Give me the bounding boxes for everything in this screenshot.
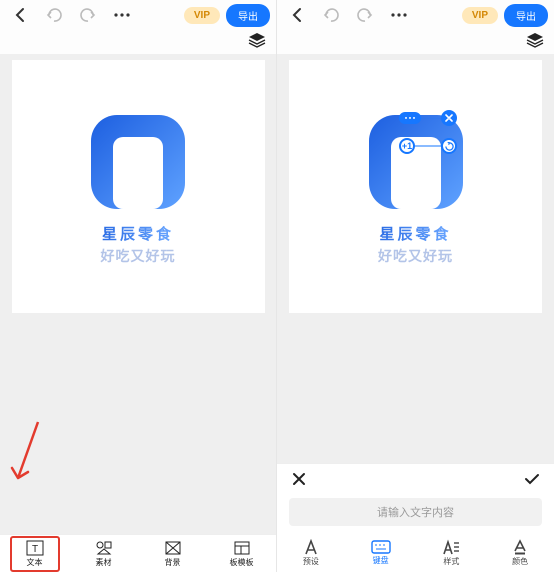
- nav-label: 板模板: [230, 557, 254, 568]
- nav-label: 颜色: [512, 556, 528, 567]
- close-icon: [292, 472, 306, 486]
- panel-confirm-button[interactable]: [522, 469, 542, 489]
- design-canvas[interactable]: 星辰零食 好吃又好玩 +1: [289, 60, 542, 313]
- layers-button[interactable]: [248, 32, 266, 53]
- undo-button[interactable]: [317, 1, 345, 29]
- redo-button[interactable]: [351, 1, 379, 29]
- annotation-arrow-icon: [8, 420, 48, 494]
- topbar: VIP 导出: [277, 0, 554, 30]
- ellipsis-icon: [390, 12, 408, 18]
- check-icon: [524, 473, 540, 485]
- text-input-placeholder: 请输入文字内容: [377, 504, 454, 520]
- undo-button[interactable]: [40, 1, 68, 29]
- rotate-icon: [445, 142, 454, 151]
- vip-badge[interactable]: VIP: [462, 7, 498, 24]
- design-canvas[interactable]: 星辰零食 好吃又好玩: [12, 60, 265, 313]
- redo-button[interactable]: [74, 1, 102, 29]
- topbar: VIP 导出: [0, 0, 276, 30]
- text-edit-panel: 请输入文字内容 预设 键盘 样式 颜色: [277, 463, 554, 572]
- svg-text:T: T: [31, 544, 37, 555]
- brand-text[interactable]: 星辰零食: [102, 223, 174, 244]
- layers-row: [0, 30, 276, 54]
- nav-label: 背景: [165, 557, 181, 568]
- nav-item-keyboard[interactable]: 键盘: [371, 540, 391, 566]
- background-icon: [164, 540, 182, 556]
- nav-item-text[interactable]: T 文本: [10, 536, 60, 572]
- ellipsis-icon: [113, 12, 131, 18]
- logo-icon[interactable]: [83, 107, 193, 217]
- slogan-text[interactable]: 好吃又好玩: [101, 246, 176, 266]
- layers-icon: [526, 32, 544, 48]
- screen-right: VIP 导出: [277, 0, 554, 572]
- chevron-left-icon: [14, 7, 26, 23]
- nav-label: 文本: [27, 557, 43, 568]
- brand-text[interactable]: 星辰零食: [379, 223, 451, 244]
- redo-icon: [356, 8, 374, 22]
- more-button[interactable]: [108, 1, 136, 29]
- nav-item-template[interactable]: 板模板: [217, 538, 267, 570]
- export-button[interactable]: 导出: [504, 4, 548, 27]
- back-button[interactable]: [283, 1, 311, 29]
- text-icon: T: [26, 540, 44, 556]
- nav-label: 键盘: [373, 555, 389, 566]
- close-icon: [445, 114, 453, 122]
- selection-handles: +1: [399, 116, 457, 150]
- text-input[interactable]: 请输入文字内容: [289, 498, 542, 526]
- color-icon: [513, 539, 527, 555]
- nav-label: 样式: [443, 556, 459, 567]
- rotate-handle[interactable]: [441, 138, 457, 154]
- shapes-icon: [95, 540, 113, 556]
- text-style-icon: [442, 539, 460, 555]
- delete-handle[interactable]: [441, 110, 457, 126]
- nav-label: 素材: [96, 557, 112, 568]
- nav-item-material[interactable]: 素材: [79, 538, 129, 570]
- bottom-nav: T 文本 素材 背景 板模板: [0, 534, 276, 572]
- screen-left: VIP 导出: [0, 0, 277, 572]
- canvas-area[interactable]: 星辰零食 好吃又好玩 +1: [277, 54, 554, 463]
- more-button[interactable]: [385, 1, 413, 29]
- vip-badge[interactable]: VIP: [184, 7, 220, 24]
- drag-handle[interactable]: [399, 112, 421, 124]
- panel-close-button[interactable]: [289, 469, 309, 489]
- back-button[interactable]: [6, 1, 34, 29]
- nav-item-preset[interactable]: 预设: [303, 539, 319, 567]
- layers-button[interactable]: [526, 32, 544, 53]
- undo-icon: [322, 8, 340, 22]
- nav-item-background[interactable]: 背景: [148, 538, 198, 570]
- layers-row: [277, 30, 554, 54]
- keyboard-icon: [371, 540, 391, 554]
- export-button[interactable]: 导出: [226, 4, 270, 27]
- layers-icon: [248, 32, 266, 48]
- template-icon: [233, 540, 251, 556]
- chevron-left-icon: [291, 7, 303, 23]
- nav-item-style[interactable]: 样式: [442, 539, 460, 567]
- redo-icon: [79, 8, 97, 22]
- nav-label: 预设: [303, 556, 319, 567]
- add-handle[interactable]: +1: [399, 138, 415, 154]
- nav-item-color[interactable]: 颜色: [512, 539, 528, 567]
- text-panel-nav: 预设 键盘 样式 颜色: [277, 534, 554, 572]
- letter-a-icon: [304, 539, 318, 555]
- canvas-area[interactable]: 星辰零食 好吃又好玩: [0, 54, 276, 534]
- undo-icon: [45, 8, 63, 22]
- slogan-text[interactable]: 好吃又好玩: [378, 246, 453, 266]
